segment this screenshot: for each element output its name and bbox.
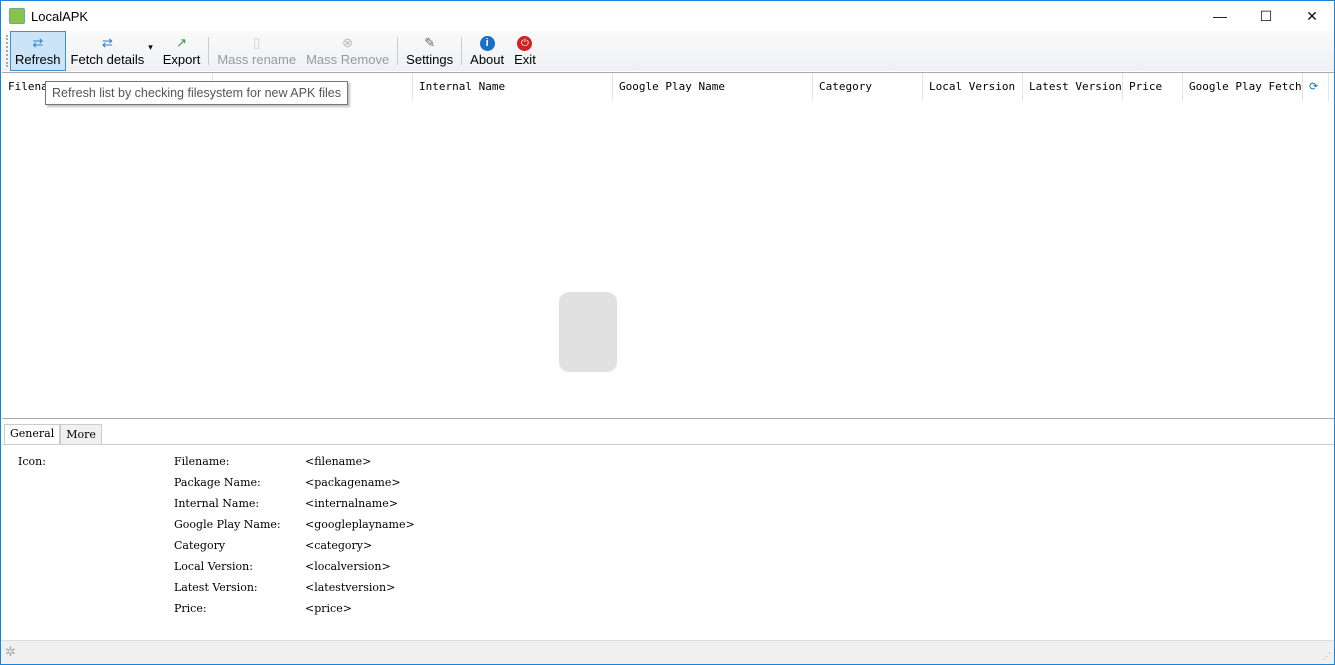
remove-icon: ⊗	[342, 35, 354, 50]
fetch-details-label: Fetch details	[70, 52, 145, 67]
toolbar-grip[interactable]	[6, 35, 8, 67]
about-button[interactable]: i About	[465, 31, 509, 71]
maximize-button[interactable]: ☐	[1243, 1, 1289, 31]
close-button[interactable]: ✕	[1289, 1, 1335, 31]
toolbar: ⇄ Refresh ⇄ Fetch details ▾ ↗ Export ▯ Mass r…	[2, 31, 1334, 71]
detail-row: Internal Name: <internalname>	[174, 497, 398, 510]
column-price[interactable]: Price	[1123, 73, 1183, 101]
detail-row: Latest Version: <latestversion>	[174, 581, 395, 594]
apk-list[interactable]: Filename Internal Name Google Play Name …	[2, 72, 1334, 419]
detail-value: <price>	[305, 602, 352, 615]
wrench-icon: ✎	[424, 35, 436, 50]
detail-label: Package Name:	[174, 476, 261, 489]
separator	[208, 37, 210, 65]
mass-rename-button[interactable]: ▯ Mass rename	[212, 31, 301, 71]
tab-more[interactable]: More	[60, 424, 102, 445]
refresh-button[interactable]: ⇄ Refresh	[10, 31, 66, 71]
detail-label: Price:	[174, 602, 207, 615]
detail-value: <latestversion>	[305, 581, 396, 594]
column-internal-name[interactable]: Internal Name	[413, 73, 613, 101]
column-google-play-fetch[interactable]: Google Play Fetch	[1183, 73, 1303, 101]
detail-row: Filename: <filename>	[174, 455, 371, 468]
refresh-tooltip: Refresh list by checking filesystem for …	[45, 81, 349, 105]
detail-value: <localversion>	[305, 560, 391, 573]
export-button[interactable]: ↗ Export	[158, 31, 206, 71]
column-category[interactable]: Category	[813, 73, 923, 101]
mass-remove-button[interactable]: ⊗ Mass Remove	[301, 31, 394, 71]
power-icon: ⏻	[516, 35, 534, 51]
title-bar: LocalAPK	[1, 1, 1334, 31]
detail-value: <filename>	[305, 455, 372, 468]
status-bar: ✲ ⋰	[1, 640, 1334, 664]
detail-row: Price: <price>	[174, 602, 352, 615]
detail-label: Internal Name:	[174, 497, 260, 510]
export-label: Export	[162, 52, 201, 67]
loading-icon: ✲	[5, 644, 16, 659]
rename-icon: ▯	[253, 35, 261, 50]
separator	[397, 37, 399, 65]
detail-value: <googleplayname>	[305, 518, 415, 531]
detail-label: Google Play Name:	[174, 518, 281, 531]
about-label: About	[470, 52, 505, 67]
detail-value: <category>	[305, 539, 373, 552]
settings-label: Settings	[406, 52, 454, 67]
icon-label: Icon:	[18, 455, 46, 468]
exit-label: Exit	[514, 52, 536, 67]
watermark-logo	[559, 292, 617, 372]
tab-general[interactable]: General	[4, 424, 61, 445]
window-title: LocalAPK	[31, 8, 89, 24]
fetch-details-button[interactable]: ⇄ Fetch details ▾	[66, 31, 158, 71]
detail-row: Package Name: <packagename>	[174, 476, 401, 489]
detail-label: Category	[174, 539, 226, 552]
detail-row: Category <category>	[174, 539, 372, 552]
export-icon: ↗	[176, 35, 187, 50]
detail-value: <internalname>	[305, 497, 398, 510]
detail-label: Local Version:	[174, 560, 253, 573]
detail-row: Google Play Name: <googleplayname>	[174, 518, 415, 531]
details-tabs: General More	[4, 424, 102, 445]
column-google-play-name[interactable]: Google Play Name	[613, 73, 813, 101]
mass-remove-label: Mass Remove	[306, 52, 390, 67]
column-local-version[interactable]: Local Version	[923, 73, 1023, 101]
refresh-icon: ⇄	[32, 35, 44, 50]
exit-button[interactable]: ⏻ Exit	[509, 31, 541, 71]
separator	[461, 37, 463, 65]
details-panel: Icon: Filename: <filename> Package Name: <p…	[2, 444, 1334, 640]
column-refresh-icon[interactable]: ⟳	[1303, 73, 1329, 101]
fetch-icon: ⇄	[101, 35, 113, 50]
detail-label: Filename:	[174, 455, 230, 468]
refresh-label: Refresh	[15, 52, 61, 67]
column-latest-version[interactable]: Latest Version	[1023, 73, 1123, 101]
info-icon: i	[478, 35, 496, 51]
resize-grip[interactable]: ⋰	[1322, 651, 1331, 662]
detail-label: Latest Version:	[174, 581, 258, 594]
minimize-button[interactable]: —	[1197, 1, 1243, 31]
detail-row: Local Version: <localversion>	[174, 560, 391, 573]
app-icon	[9, 8, 25, 24]
settings-button[interactable]: ✎ Settings	[401, 31, 458, 71]
dropdown-arrow-icon[interactable]: ▾	[148, 42, 153, 53]
detail-value: <packagename>	[305, 476, 401, 489]
mass-rename-label: Mass rename	[217, 52, 297, 67]
